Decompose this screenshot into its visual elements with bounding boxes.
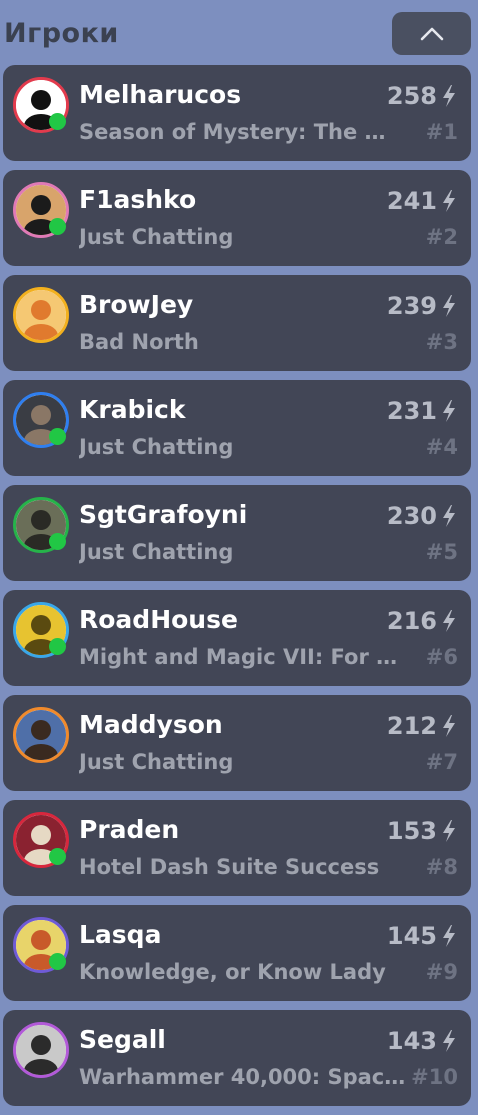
lightning-bolt-icon [443,1030,455,1052]
avatar-image [13,287,69,343]
avatar[interactable] [13,392,69,448]
player-name[interactable]: BrowJey [79,290,193,319]
player-name[interactable]: SgtGrafoyni [79,500,247,529]
avatar[interactable] [13,287,69,343]
lightning-bolt-icon [443,715,455,737]
score-value: 145 [386,922,437,950]
player-card[interactable]: RoadHouse Might and Magic VII: For … 216… [3,590,471,686]
score-value: 258 [386,82,437,110]
avatar[interactable] [13,917,69,973]
score: 239 [387,292,457,320]
score: 153 [387,817,457,845]
online-status-dot [49,428,66,445]
game-title: Might and Magic VII: For … [79,645,398,669]
lightning-bolt-icon [443,400,455,422]
rank-label: #9 [425,960,458,984]
player-name[interactable]: Lasqa [79,920,161,949]
player-card[interactable]: Lasqa Knowledge, or Know Lady 145 #9 [3,905,471,1001]
score-value: 230 [386,502,437,530]
avatar[interactable] [13,602,69,658]
player-card[interactable]: BrowJey Bad North 239 #3 [3,275,471,371]
avatar[interactable] [13,707,69,763]
game-title: Season of Mystery: The … [79,120,386,144]
game-title: Just Chatting [79,225,234,249]
online-status-dot [49,638,66,655]
score-value: 153 [386,817,437,845]
online-status-dot [49,953,66,970]
score-value: 216 [386,607,437,635]
collapse-button[interactable] [392,12,471,55]
player-card[interactable]: Praden Hotel Dash Suite Success 153 #8 [3,800,471,896]
score: 216 [387,607,457,635]
player-name[interactable]: Segall [79,1025,166,1054]
player-card[interactable]: Maddyson Just Chatting 212 #7 [3,695,471,791]
lightning-bolt-icon [443,925,455,947]
player-name[interactable]: Krabick [79,395,185,424]
online-status-dot [49,533,66,550]
avatar-icon [16,1025,66,1075]
players-list: Melharucos Season of Mystery: The … 258 … [3,65,471,1115]
chevron-up-icon [420,27,443,40]
avatar[interactable] [13,497,69,553]
lightning-bolt-icon [443,190,455,212]
rank-label: #4 [425,435,458,459]
game-title: Knowledge, or Know Lady [79,960,386,984]
online-status-dot [49,848,66,865]
rank-label: #1 [425,120,458,144]
rank-label: #6 [425,645,458,669]
player-name[interactable]: Maddyson [79,710,223,739]
game-title: Warhammer 40,000: Spac… [79,1065,406,1089]
score: 230 [387,502,457,530]
score: 145 [387,922,457,950]
player-card[interactable]: Krabick Just Chatting 231 #4 [3,380,471,476]
score: 258 [387,82,457,110]
score: 212 [387,712,457,740]
player-name[interactable]: Praden [79,815,179,844]
score-value: 212 [386,712,437,740]
player-card[interactable]: SgtGrafoyni Just Chatting 230 #5 [3,485,471,581]
rank-label: #10 [411,1065,458,1089]
rank-label: #2 [425,225,458,249]
rank-label: #3 [425,330,458,354]
rank-label: #5 [425,540,458,564]
rank-label: #8 [425,855,458,879]
online-status-dot [49,113,66,130]
game-title: Just Chatting [79,435,234,459]
score: 231 [387,397,457,425]
online-status-dot [49,218,66,235]
score-value: 239 [386,292,437,320]
score-value: 143 [386,1027,437,1055]
avatar[interactable] [13,182,69,238]
player-name[interactable]: Melharucos [79,80,241,109]
lightning-bolt-icon [443,820,455,842]
score: 143 [387,1027,457,1055]
players-header: Игроки [0,0,478,62]
avatar[interactable] [13,1022,69,1078]
score-value: 241 [386,187,437,215]
lightning-bolt-icon [443,610,455,632]
lightning-bolt-icon [443,85,455,107]
lightning-bolt-icon [443,295,455,317]
game-title: Just Chatting [79,540,234,564]
score-value: 231 [386,397,437,425]
player-card[interactable]: Segall Warhammer 40,000: Spac… 143 #10 [3,1010,471,1106]
avatar[interactable] [13,812,69,868]
lightning-bolt-icon [443,505,455,527]
game-title: Hotel Dash Suite Success [79,855,380,879]
game-title: Just Chatting [79,750,234,774]
rank-label: #7 [425,750,458,774]
avatar-image [13,707,69,763]
player-card[interactable]: Melharucos Season of Mystery: The … 258 … [3,65,471,161]
avatar-image [13,1022,69,1078]
player-name[interactable]: F1ashko [79,185,196,214]
avatar-icon [16,290,66,340]
player-card[interactable]: F1ashko Just Chatting 241 #2 [3,170,471,266]
panel-title: Игроки [4,18,119,49]
score: 241 [387,187,457,215]
avatar-icon [16,710,66,760]
game-title: Bad North [79,330,199,354]
player-name[interactable]: RoadHouse [79,605,238,634]
avatar[interactable] [13,77,69,133]
